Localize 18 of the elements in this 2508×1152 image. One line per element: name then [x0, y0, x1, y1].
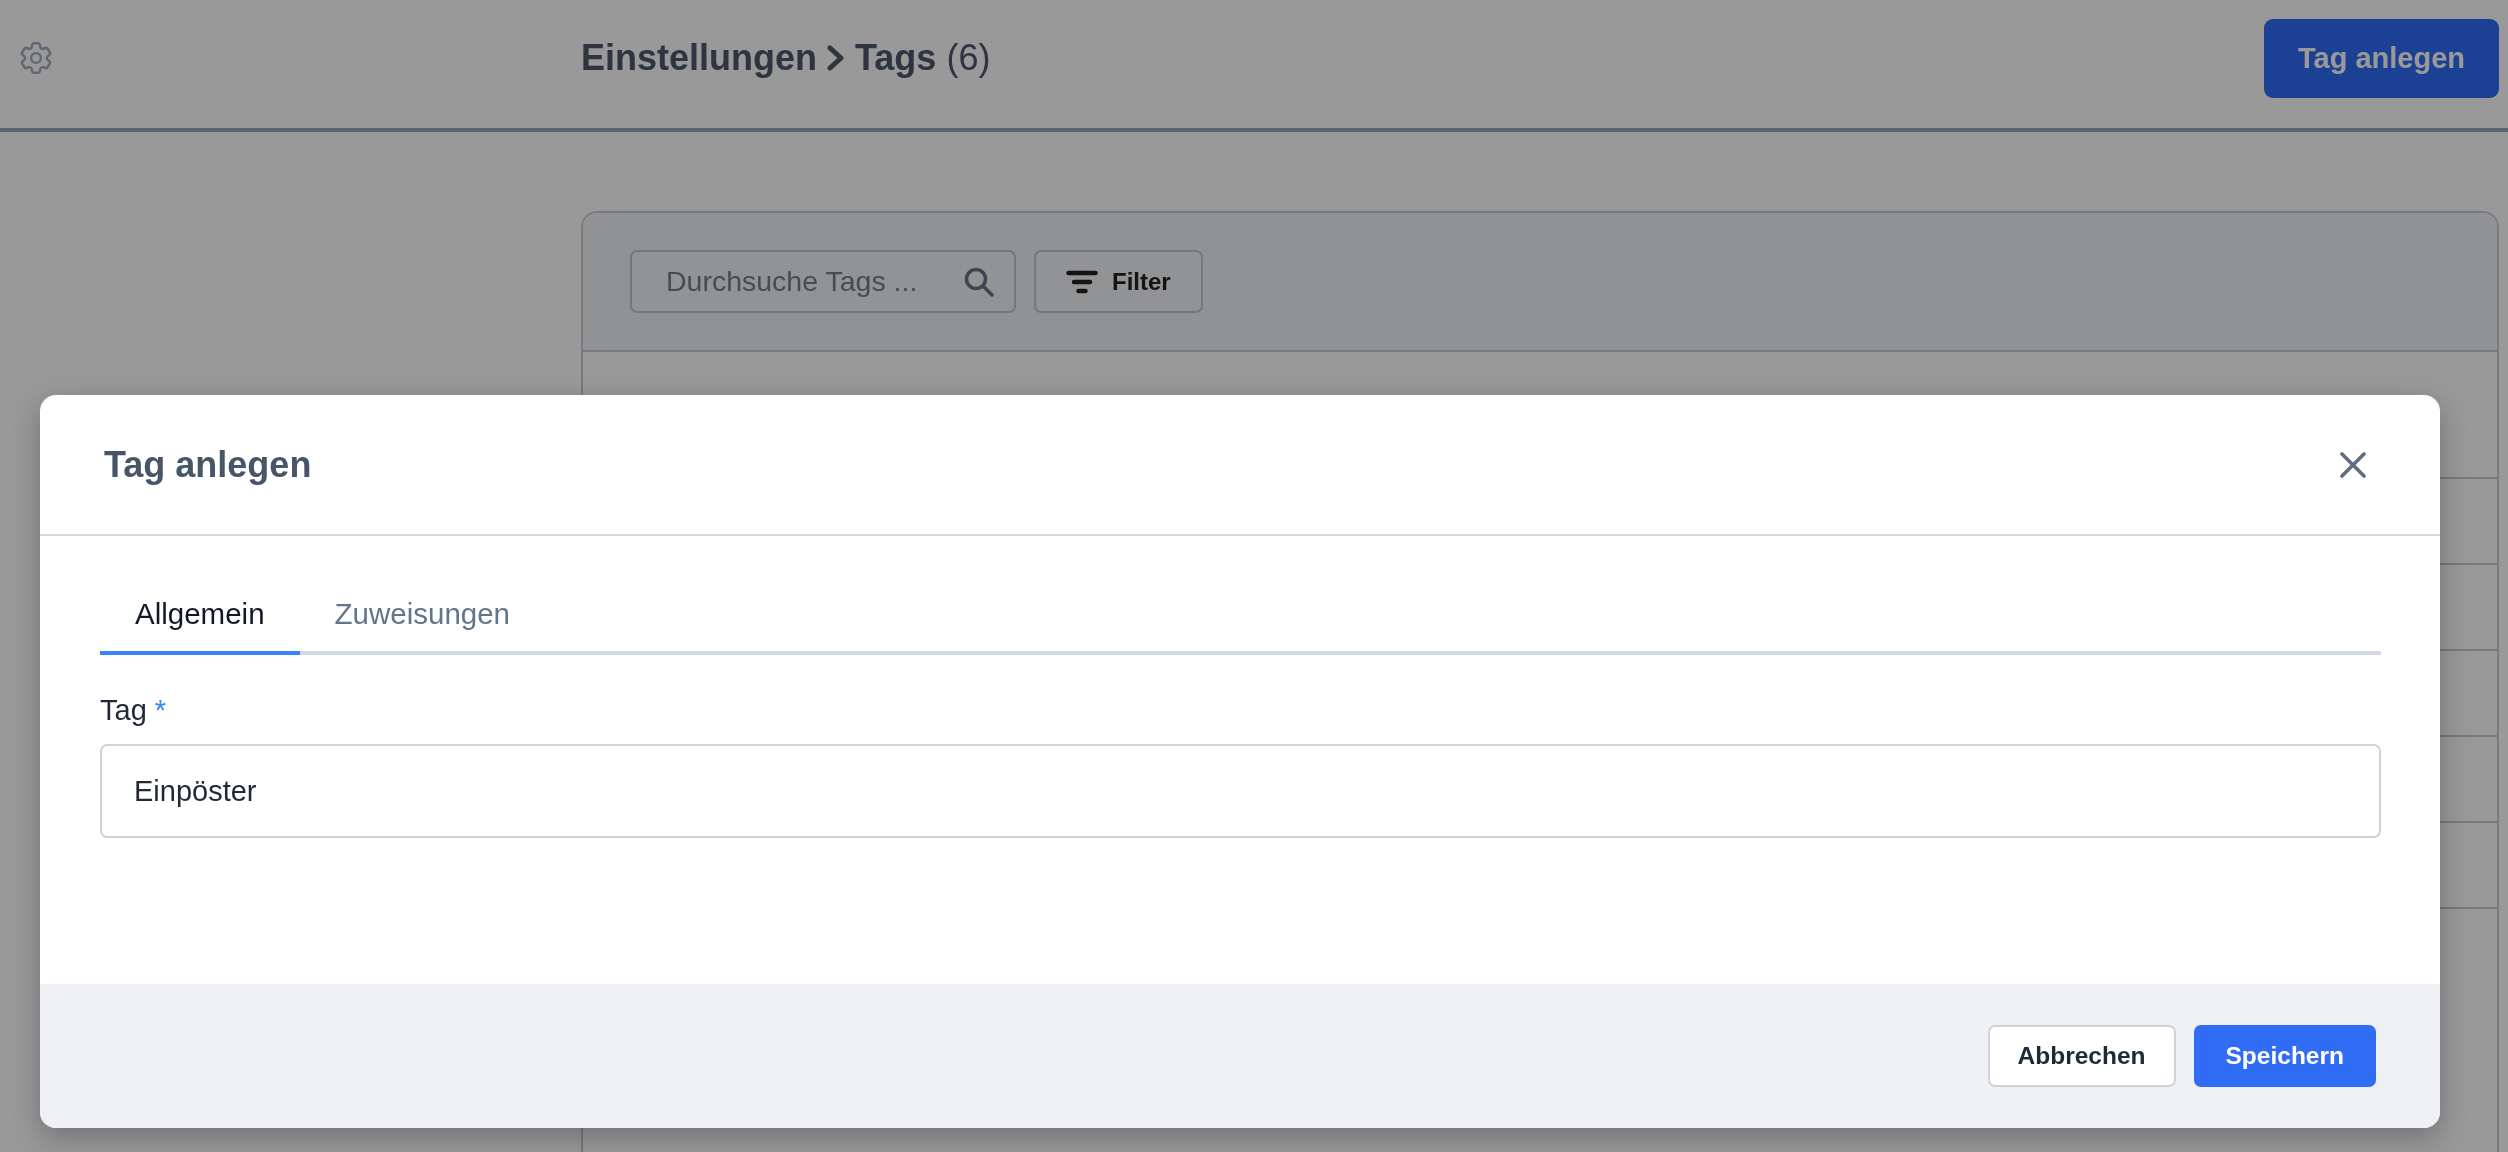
tag-count: (6): [946, 37, 991, 79]
tab[interactable]: Allgemein: [100, 586, 300, 655]
tab[interactable]: Zuweisungen: [299, 586, 546, 655]
field-label: Tag: [100, 694, 147, 726]
filter-icon: [1066, 269, 1098, 294]
breadcrumb-item[interactable]: Einstellungen: [581, 37, 818, 79]
tag-input[interactable]: Einpöster: [100, 744, 2381, 838]
chevron-right-icon: [827, 45, 846, 71]
dialog-title: Tag anlegen: [104, 443, 312, 486]
breadcrumb-item: Tags: [855, 37, 937, 79]
search-icon: [964, 267, 994, 297]
search-field[interactable]: Durchsuche Tags ...: [630, 250, 1016, 313]
save-button[interactable]: Speichern: [2193, 1025, 2376, 1087]
create-tag-button[interactable]: Tag anlegen: [2263, 18, 2499, 98]
required-mark: *: [154, 694, 167, 726]
cancel-button[interactable]: Abbrechen: [1987, 1025, 2176, 1087]
close-icon[interactable]: [2340, 451, 2366, 478]
filter-button[interactable]: Filter: [1034, 250, 1203, 313]
